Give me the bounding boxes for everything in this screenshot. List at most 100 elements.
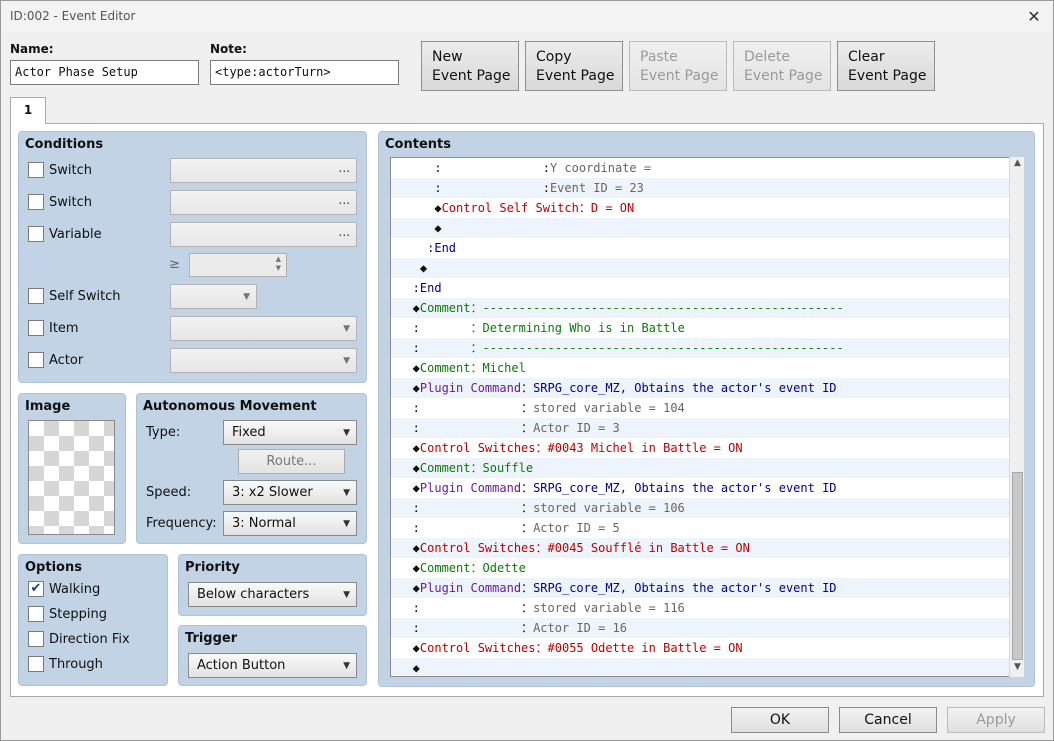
image-panel: Image: [18, 393, 126, 544]
name-input[interactable]: Actor Phase Setup: [10, 60, 199, 85]
command-row[interactable]: : ：-------------------------------------…: [391, 338, 1010, 358]
ellipsis-icon: ...: [338, 193, 350, 207]
command-row[interactable]: ◆Comment：Souffle: [391, 458, 1010, 478]
actor-dropdown[interactable]: ▼: [170, 348, 357, 373]
switch1-selector[interactable]: ...: [170, 158, 357, 183]
trigger-dropdown[interactable]: Action Button ▼: [188, 653, 357, 678]
self-switch-dropdown[interactable]: ▼: [170, 284, 257, 309]
variable-selector[interactable]: ...: [170, 222, 357, 247]
copy-event-page-button[interactable]: Copy Event Page: [525, 41, 623, 91]
command-text: ：: [521, 481, 534, 495]
spinner-arrows-icon: ▲ ▼: [275, 255, 281, 272]
cancel-button[interactable]: Cancel: [839, 707, 937, 733]
speed-dropdown[interactable]: 3: x2 Slower ▼: [223, 480, 357, 505]
close-icon[interactable]: ✕: [1023, 6, 1045, 26]
type-dropdown[interactable]: Fixed ▼: [223, 420, 357, 445]
delete-event-page-button[interactable]: Delete Event Page: [733, 41, 831, 91]
variable-checkbox[interactable]: [28, 226, 44, 242]
route-button[interactable]: Route...: [238, 449, 345, 474]
command-row[interactable]: ◆Comment：Michel: [391, 358, 1010, 378]
command-row[interactable]: : ：Determining Who is in Battle: [391, 318, 1010, 338]
command-row[interactable]: : ：stored variable = 104: [391, 398, 1010, 418]
command-row[interactable]: ◆: [391, 258, 1010, 278]
command-row[interactable]: : ：stored variable = 106: [391, 498, 1010, 518]
command-row[interactable]: :End: [391, 238, 1010, 258]
new-event-page-button[interactable]: New Event Page: [421, 41, 519, 91]
command-text: End: [419, 281, 442, 295]
scrollbar-thumb[interactable]: [1012, 472, 1023, 660]
command-row[interactable]: ◆Control Switches：#0043 Michel in Battle…: [391, 438, 1010, 458]
command-row[interactable]: ◆Plugin Command：SRPG_core_MZ, Obtains th…: [391, 578, 1010, 598]
command-text: #0055 Odette in Battle = ON: [547, 641, 743, 655]
priority-dropdown[interactable]: Below characters ▼: [188, 582, 357, 607]
note-input[interactable]: <type:actorTurn>: [210, 60, 399, 85]
command-text: :: [391, 181, 543, 195]
command-text: stored variable = 116: [533, 601, 685, 615]
walking-checkbox[interactable]: ✔: [28, 581, 44, 597]
switch2-checkbox[interactable]: [28, 194, 44, 210]
stepping-checkbox[interactable]: [28, 606, 44, 622]
command-row[interactable]: ◆Control Self Switch：D = ON: [391, 198, 1010, 218]
command-row[interactable]: ◆: [391, 658, 1010, 676]
event-command-list[interactable]: : :Y coordinate = : :Event ID = 23 ◆Cont…: [390, 157, 1024, 677]
command-text: Michel: [482, 361, 526, 375]
item-dropdown[interactable]: ▼: [170, 316, 357, 341]
command-row[interactable]: : ：stored variable = 116: [391, 598, 1010, 618]
command-row[interactable]: ◆Plugin Command：SRPG_core_MZ, Obtains th…: [391, 378, 1010, 398]
command-text: ：: [470, 301, 483, 315]
ok-button[interactable]: OK: [731, 707, 829, 733]
item-checkbox[interactable]: [28, 320, 44, 336]
command-row[interactable]: : ：Actor ID = 3: [391, 418, 1010, 438]
self-switch-checkbox[interactable]: [28, 288, 44, 304]
scroll-down-icon[interactable]: ▼: [1011, 662, 1024, 676]
apply-button[interactable]: Apply: [947, 707, 1045, 733]
command-text: :: [391, 161, 543, 175]
priority-title: Priority: [185, 560, 240, 575]
switch2-selector[interactable]: ...: [170, 190, 357, 215]
command-text: ：: [535, 641, 548, 655]
command-text: SRPG_core_MZ, Obtains the actor's event …: [533, 581, 837, 595]
command-row[interactable]: : :Y coordinate =: [391, 158, 1010, 178]
command-row[interactable]: ◆: [391, 218, 1010, 238]
switch1-checkbox[interactable]: [28, 162, 44, 178]
command-text: Comment: [419, 301, 471, 315]
command-row[interactable]: ◆Control Switches：#0045 Soufflé in Battl…: [391, 538, 1010, 558]
command-text: ◆: [391, 201, 442, 215]
command-row[interactable]: ◆Plugin Command：SRPG_core_MZ, Obtains th…: [391, 478, 1010, 498]
command-text: :: [391, 501, 522, 515]
direction-fix-checkbox[interactable]: [28, 631, 44, 647]
command-row[interactable]: :End: [391, 278, 1010, 298]
command-row[interactable]: ◆Comment：-------------------------------…: [391, 298, 1010, 318]
command-text: ：: [470, 461, 483, 475]
vertical-scrollbar[interactable]: ▲ ▼: [1009, 157, 1024, 677]
tab-page-1[interactable]: 1: [10, 97, 46, 124]
command-row[interactable]: : ：Actor ID = 16: [391, 618, 1010, 638]
scroll-up-icon[interactable]: ▲: [1011, 158, 1024, 172]
through-checkbox[interactable]: [28, 656, 44, 672]
command-row[interactable]: : ：Actor ID = 5: [391, 518, 1010, 538]
paste-event-page-button[interactable]: Paste Event Page: [629, 41, 727, 91]
chevron-down-icon: ▼: [343, 519, 350, 529]
command-text: ◆: [391, 541, 420, 555]
command-row[interactable]: : :Event ID = 23: [391, 178, 1010, 198]
command-text: ：: [470, 341, 483, 355]
command-text: ◆: [391, 261, 428, 275]
command-text: stored variable = 106: [533, 501, 685, 515]
speed-value: 3: x2 Slower: [232, 485, 313, 500]
command-text: ◆: [391, 561, 420, 575]
conditions-panel: Conditions Switch ... Switch ... Variabl…: [18, 131, 367, 383]
command-text: ◆: [391, 661, 420, 675]
variable-value-spinner[interactable]: ▲ ▼: [189, 253, 287, 277]
frequency-dropdown[interactable]: 3: Normal ▼: [223, 511, 357, 536]
trigger-value: Action Button: [197, 658, 286, 673]
command-row[interactable]: ◆Comment：Odette: [391, 558, 1010, 578]
command-text: ：: [521, 421, 534, 435]
event-image-preview[interactable]: [28, 420, 115, 535]
command-row[interactable]: ◆Control Switches：#0055 Odette in Battle…: [391, 638, 1010, 658]
actor-checkbox[interactable]: [28, 352, 44, 368]
title-bar: ID:002 - Event Editor ✕: [1, 1, 1053, 32]
note-label: Note:: [210, 42, 247, 56]
switch2-label: Switch: [49, 195, 92, 210]
command-text: :: [391, 621, 522, 635]
clear-event-page-button[interactable]: Clear Event Page: [837, 41, 935, 91]
